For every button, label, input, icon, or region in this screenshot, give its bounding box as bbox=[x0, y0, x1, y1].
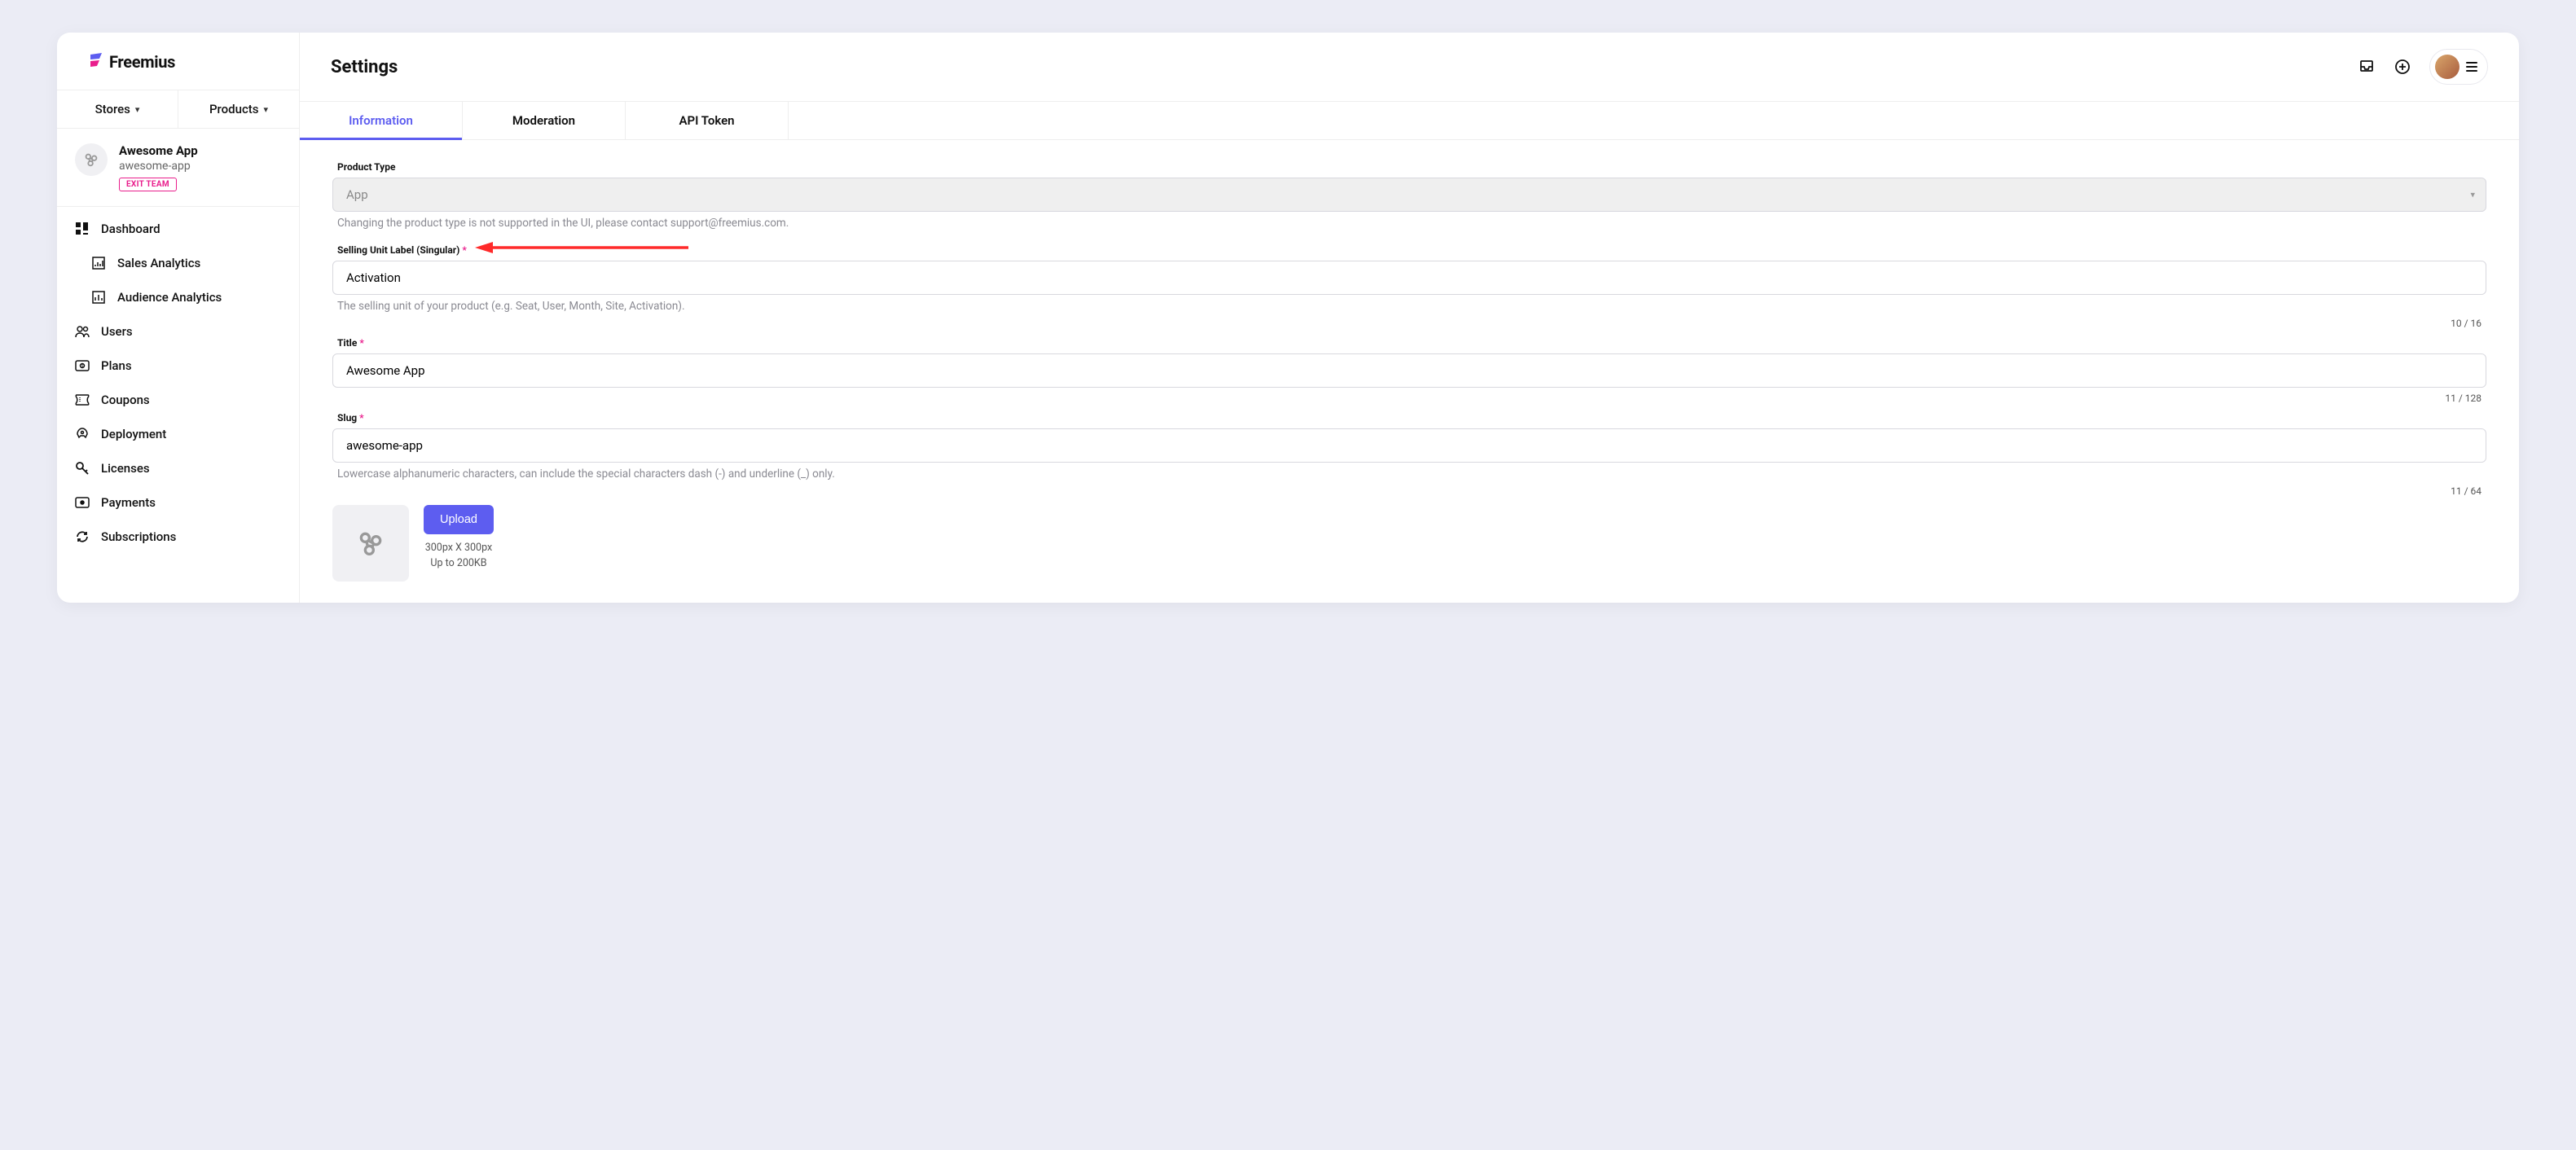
refresh-icon bbox=[75, 529, 90, 544]
nav-users[interactable]: Users bbox=[57, 314, 299, 349]
nav-plans[interactable]: $ Plans bbox=[57, 349, 299, 383]
help-slug: Lowercase alphanumeric characters, can i… bbox=[332, 463, 2486, 481]
notifications-button[interactable] bbox=[2358, 58, 2376, 76]
stores-dropdown[interactable]: Stores ▾ bbox=[57, 90, 178, 128]
slug-input[interactable] bbox=[332, 428, 2486, 463]
hamburger-icon bbox=[2466, 62, 2477, 72]
inbox-icon bbox=[2359, 59, 2374, 74]
logo[interactable]: Freemius bbox=[57, 33, 299, 90]
counter-selling-unit: 10 / 16 bbox=[2451, 318, 2481, 329]
page-title: Settings bbox=[331, 57, 398, 77]
chart-icon bbox=[91, 256, 106, 270]
label-slug: Slug * bbox=[332, 412, 2486, 428]
svg-text:$: $ bbox=[81, 363, 84, 369]
label-selling-unit: Selling Unit Label (Singular) * bbox=[332, 244, 2486, 261]
nav-subscriptions[interactable]: Subscriptions bbox=[57, 520, 299, 554]
selling-unit-input[interactable] bbox=[332, 261, 2486, 295]
nav-dashboard[interactable]: Dashboard bbox=[57, 212, 299, 246]
nav-payments[interactable]: Payments bbox=[57, 485, 299, 520]
upload-note: 300px X 300px Up to 200KB bbox=[425, 541, 492, 572]
dashboard-icon bbox=[75, 222, 90, 236]
team-slug: awesome-app bbox=[119, 160, 198, 173]
chevron-down-icon: ▾ bbox=[264, 104, 269, 115]
plus-circle-icon bbox=[2394, 59, 2411, 75]
product-image-thumbnail bbox=[332, 505, 409, 582]
nav-licenses[interactable]: Licenses bbox=[57, 451, 299, 485]
tab-moderation[interactable]: Moderation bbox=[463, 102, 626, 139]
rocket-icon bbox=[75, 427, 90, 441]
field-title: Title * 11 / 128 bbox=[332, 337, 2486, 388]
team-avatar bbox=[75, 143, 108, 176]
counter-title: 11 / 128 bbox=[2445, 393, 2481, 404]
exit-team-button[interactable]: EXIT TEAM bbox=[119, 178, 177, 191]
tabs: Information Moderation API Token bbox=[300, 102, 2519, 140]
tab-api-token[interactable]: API Token bbox=[626, 102, 789, 139]
chart-bar-icon bbox=[91, 290, 106, 305]
nav-audience-analytics[interactable]: Audience Analytics bbox=[57, 280, 299, 314]
products-dropdown[interactable]: Products ▾ bbox=[178, 90, 299, 128]
chevron-down-icon: ▾ bbox=[135, 104, 140, 115]
nav-deployment[interactable]: Deployment bbox=[57, 417, 299, 451]
main-area: Settings Information Moderation API Toke… bbox=[300, 33, 2519, 603]
avatar bbox=[2435, 55, 2460, 79]
topbar: Settings bbox=[300, 33, 2519, 102]
nav-coupons[interactable]: Coupons bbox=[57, 383, 299, 417]
team-name: Awesome App bbox=[119, 143, 198, 158]
logo-text: Freemius bbox=[109, 52, 175, 72]
ticket-icon bbox=[75, 393, 90, 407]
sub-nav: Stores ▾ Products ▾ bbox=[57, 90, 299, 129]
form-area: Product Type ▾ Changing the product type… bbox=[300, 140, 2519, 603]
add-button[interactable] bbox=[2394, 58, 2411, 76]
users-icon bbox=[75, 324, 90, 339]
sidebar: Freemius Stores ▾ Products ▾ Awesome App bbox=[57, 33, 300, 603]
freemius-logo-icon bbox=[88, 52, 104, 72]
app-shell: Freemius Stores ▾ Products ▾ Awesome App bbox=[57, 33, 2519, 603]
field-selling-unit: Selling Unit Label (Singular) * The sell… bbox=[332, 244, 2486, 313]
label-title: Title * bbox=[332, 337, 2486, 353]
product-type-select bbox=[332, 178, 2486, 212]
upload-button[interactable]: Upload bbox=[424, 505, 494, 534]
field-slug: Slug * Lowercase alphanumeric characters… bbox=[332, 412, 2486, 481]
label-product-type: Product Type bbox=[332, 161, 2486, 178]
card-icon bbox=[75, 495, 90, 510]
money-icon: $ bbox=[75, 358, 90, 373]
user-menu[interactable] bbox=[2429, 49, 2488, 85]
tab-information[interactable]: Information bbox=[300, 102, 463, 139]
help-product-type: Changing the product type is not support… bbox=[332, 212, 2486, 230]
team-card: Awesome App awesome-app EXIT TEAM bbox=[57, 129, 299, 206]
counter-slug: 11 / 64 bbox=[2451, 485, 2481, 497]
nav-sales-analytics[interactable]: Sales Analytics bbox=[57, 246, 299, 280]
field-product-type: Product Type ▾ Changing the product type… bbox=[332, 161, 2486, 230]
main-nav: Dashboard Sales Analytics Audience Analy… bbox=[57, 206, 299, 554]
title-input[interactable] bbox=[332, 353, 2486, 388]
key-icon bbox=[75, 461, 90, 476]
app-placeholder-icon bbox=[82, 151, 100, 169]
help-selling-unit: The selling unit of your product (e.g. S… bbox=[332, 295, 2486, 313]
upload-row: Upload 300px X 300px Up to 200KB bbox=[332, 505, 2486, 582]
app-placeholder-icon bbox=[354, 527, 387, 560]
